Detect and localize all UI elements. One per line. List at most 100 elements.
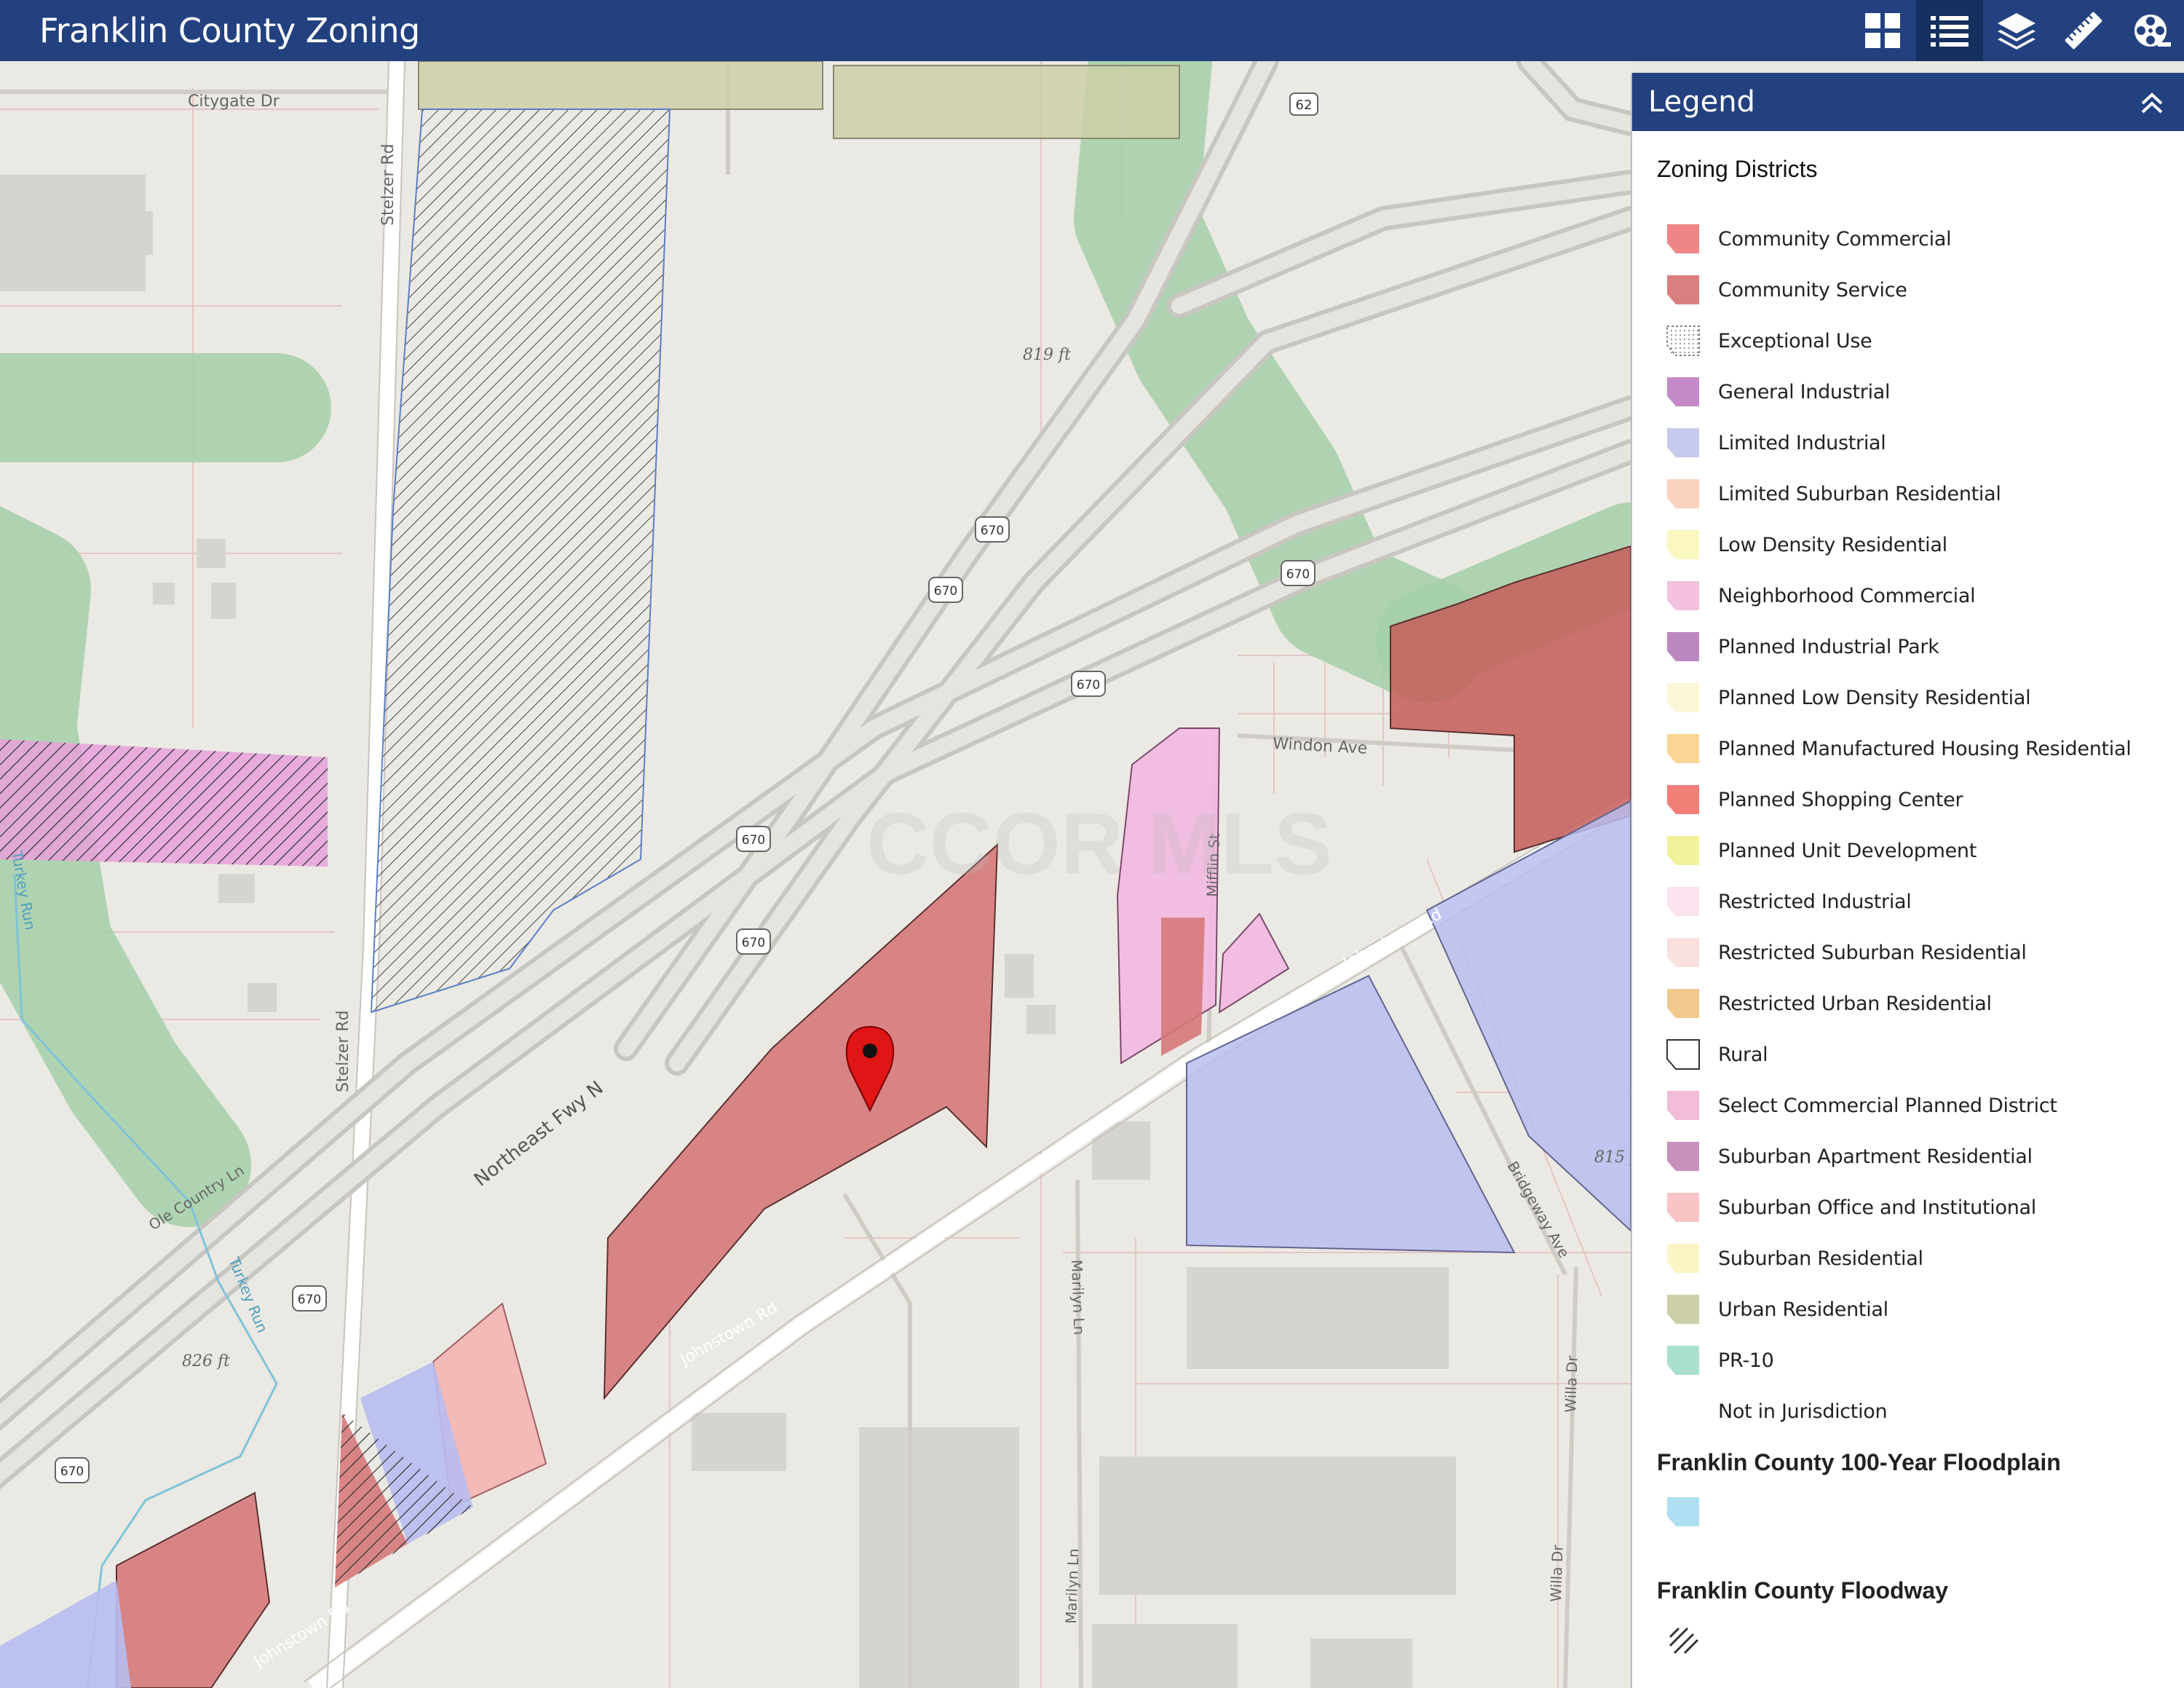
legend-item: Community Service (1666, 268, 1907, 312)
us-route-shield: 62 (1289, 92, 1318, 116)
legend-swatch (1666, 529, 1701, 561)
legend-item: Suburban Residential (1666, 1237, 1923, 1280)
floodplain-swatch-item (1666, 1490, 1701, 1534)
basemap-gallery-button[interactable] (1849, 0, 1916, 61)
legend-swatch (1666, 1395, 1701, 1427)
layers-icon (1998, 13, 2035, 50)
measure-button[interactable] (2050, 0, 2117, 61)
map-canvas[interactable]: 62 670 670 670 670 670 670 670 670 Cityg… (0, 61, 1631, 1688)
road-label: Stelzer Rd (334, 1010, 352, 1092)
film-reel-button[interactable] (2117, 0, 2184, 61)
watermark: CCOR MLS (866, 795, 1332, 893)
svg-text:670: 670 (1077, 678, 1100, 693)
zone-community-service (1161, 918, 1205, 1056)
legend-item-label: Community Service (1718, 278, 1907, 301)
svg-text:670: 670 (981, 524, 1004, 538)
legend-item-label: Select Commercial Planned District (1718, 1094, 2057, 1117)
legend-item-label: Restricted Urban Residential (1718, 992, 1992, 1015)
svg-text:670: 670 (934, 584, 957, 599)
legend-item: Suburban Office and Institutional (1666, 1186, 2036, 1229)
legend-swatch (1666, 1293, 1701, 1325)
legend-item-label: Limited Suburban Residential (1718, 482, 2001, 505)
floodplain-swatch (1666, 1496, 1701, 1528)
legend-item-label: Restricted Suburban Residential (1718, 941, 2027, 964)
legend-panel: Legend Zoning Districts Community Commer… (1631, 73, 2184, 1688)
legend-item-label: Planned Industrial Park (1718, 635, 1939, 658)
legend-item: Planned Manufactured Housing Residential (1666, 727, 2132, 770)
legend-item-label: Planned Unit Development (1718, 839, 1977, 862)
zone-urban-residential (833, 65, 1180, 139)
collapse-chevron-icon[interactable] (2136, 86, 2168, 118)
elevation-label: 815 ft (1594, 1148, 1631, 1167)
road-label: Citygate Dr (188, 92, 280, 111)
legend-item: Planned Unit Development (1666, 829, 1977, 872)
legend-swatch (1666, 376, 1701, 408)
legend-swatch (1666, 835, 1701, 867)
legend-swatch (1666, 631, 1701, 663)
legend-swatch (1666, 1344, 1701, 1376)
legend-swatch (1666, 936, 1701, 969)
legend-item-label: Urban Residential (1718, 1298, 1888, 1321)
legend-item-label: Suburban Apartment Residential (1718, 1145, 2033, 1168)
legend-body: Zoning Districts Community Commercial Com… (1632, 131, 2184, 1688)
legend-button[interactable] (1916, 0, 1983, 61)
legend-swatch (1666, 325, 1701, 357)
svg-text:670: 670 (298, 1293, 321, 1307)
legend-item: Urban Residential (1666, 1287, 1888, 1331)
legend-swatch (1666, 733, 1701, 765)
layers-button[interactable] (1983, 0, 2050, 61)
interstate-shield: 670 (1071, 671, 1106, 697)
legend-item: Restricted Urban Residential (1666, 982, 1992, 1025)
svg-text:670: 670 (1286, 567, 1310, 582)
svg-text:670: 670 (60, 1464, 84, 1479)
legend-item: Low Density Residential (1666, 523, 1947, 567)
app-header: Franklin County Zoning (0, 0, 2184, 61)
legend-swatch (1666, 580, 1701, 612)
legend-item: Rural (1666, 1033, 1768, 1076)
legend-item-label: Planned Manufactured Housing Residential (1718, 737, 2132, 760)
legend-item-label: Limited Industrial (1718, 431, 1886, 454)
legend-swatch (1666, 987, 1701, 1019)
legend-swatch (1666, 1191, 1701, 1223)
floodway-title: Franklin County Floodway (1657, 1577, 1949, 1604)
elevation-label: 826 ft (182, 1352, 230, 1370)
legend-item: Restricted Industrial (1666, 880, 1912, 923)
legend-item-label: General Industrial (1718, 380, 1891, 403)
elevation-label: 819 ft (1023, 346, 1071, 364)
zone-urban-residential (418, 61, 823, 110)
legend-swatch (1666, 1140, 1701, 1172)
legend-item: Neighborhood Commercial (1666, 574, 1976, 618)
legend-item: Limited Suburban Residential (1666, 472, 2001, 516)
legend-swatch (1666, 1038, 1701, 1070)
legend-item-label: Restricted Industrial (1718, 890, 1912, 913)
legend-item: Suburban Apartment Residential (1666, 1135, 2033, 1178)
legend-title: Legend (1648, 85, 1755, 119)
legend-item: Planned Low Density Residential (1666, 676, 2031, 719)
road-label: Willa Dr (1562, 1354, 1581, 1413)
legend-item-label: Exceptional Use (1718, 329, 1872, 352)
legend-header[interactable]: Legend (1632, 73, 2184, 131)
zoning-districts-title: Zoning Districts (1657, 156, 1818, 182)
interstate-shield: 670 (1281, 560, 1315, 586)
measure-ruler-icon (2065, 12, 2102, 50)
road-label: Marilyn Ln (1062, 1548, 1083, 1624)
svg-text:670: 670 (742, 833, 765, 848)
legend-item: Exceptional Use (1666, 319, 1872, 363)
map-view[interactable]: 62 670 670 670 670 670 670 670 670 Cityg… (0, 61, 1631, 1688)
legend-swatch (1666, 1089, 1701, 1121)
interstate-shield: 670 (975, 516, 1010, 543)
legend-swatch (1666, 427, 1701, 459)
legend-item-label: Planned Low Density Residential (1718, 686, 2031, 709)
svg-text:670: 670 (742, 936, 765, 950)
road-label: Willa Dr (1547, 1544, 1567, 1602)
basemap-gallery-icon (1865, 13, 1900, 48)
interstate-shield: 670 (736, 928, 771, 955)
interstate-shield: 670 (292, 1285, 327, 1312)
floodway-swatch-item (1666, 1618, 1701, 1662)
legend-item-label: PR-10 (1718, 1349, 1774, 1372)
legend-swatch (1666, 886, 1701, 918)
legend-item-label: Planned Shopping Center (1718, 788, 1963, 811)
zone-floodway-hatch (0, 739, 328, 867)
legend-item: Not in Jurisdiction (1666, 1389, 1888, 1433)
legend-item: Limited Industrial (1666, 421, 1886, 465)
